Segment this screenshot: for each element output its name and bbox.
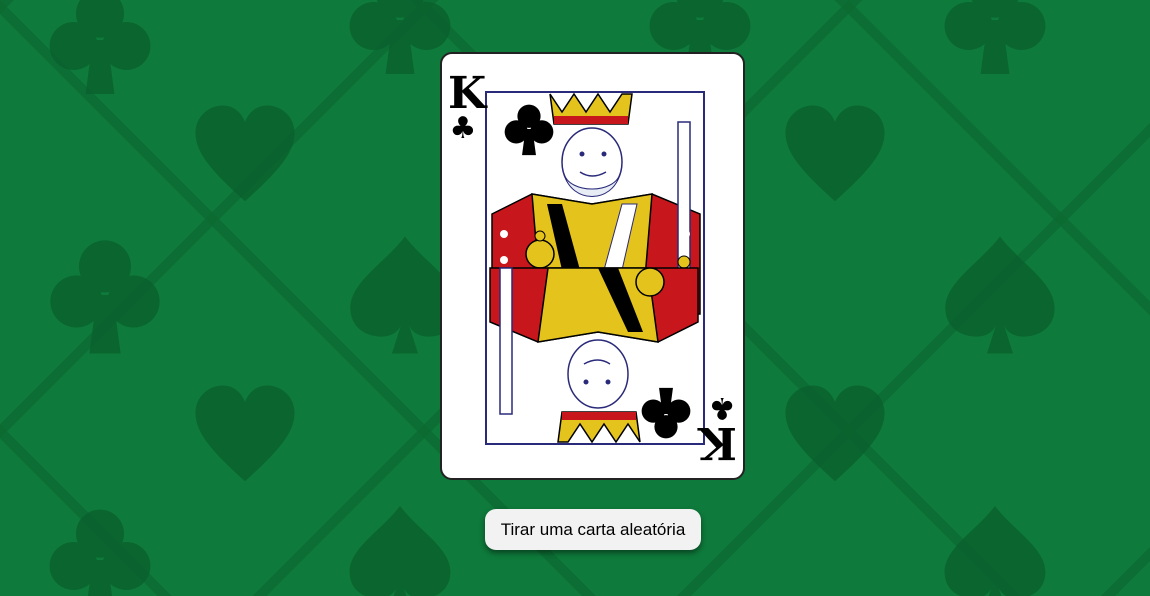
playing-card: K ♣ K ♣ (440, 52, 745, 480)
card-rank: K (448, 68, 487, 119)
club-icon: ♣ (449, 111, 477, 146)
card-index-top: K ♣ (448, 68, 487, 146)
card-index-bottom: K ♣ (698, 390, 737, 468)
club-icon: ♣ (708, 390, 736, 425)
draw-random-card-button[interactable]: Tirar uma carta aleatória (485, 509, 701, 550)
card-rank: K (698, 417, 737, 468)
king-of-clubs-face (485, 91, 705, 445)
